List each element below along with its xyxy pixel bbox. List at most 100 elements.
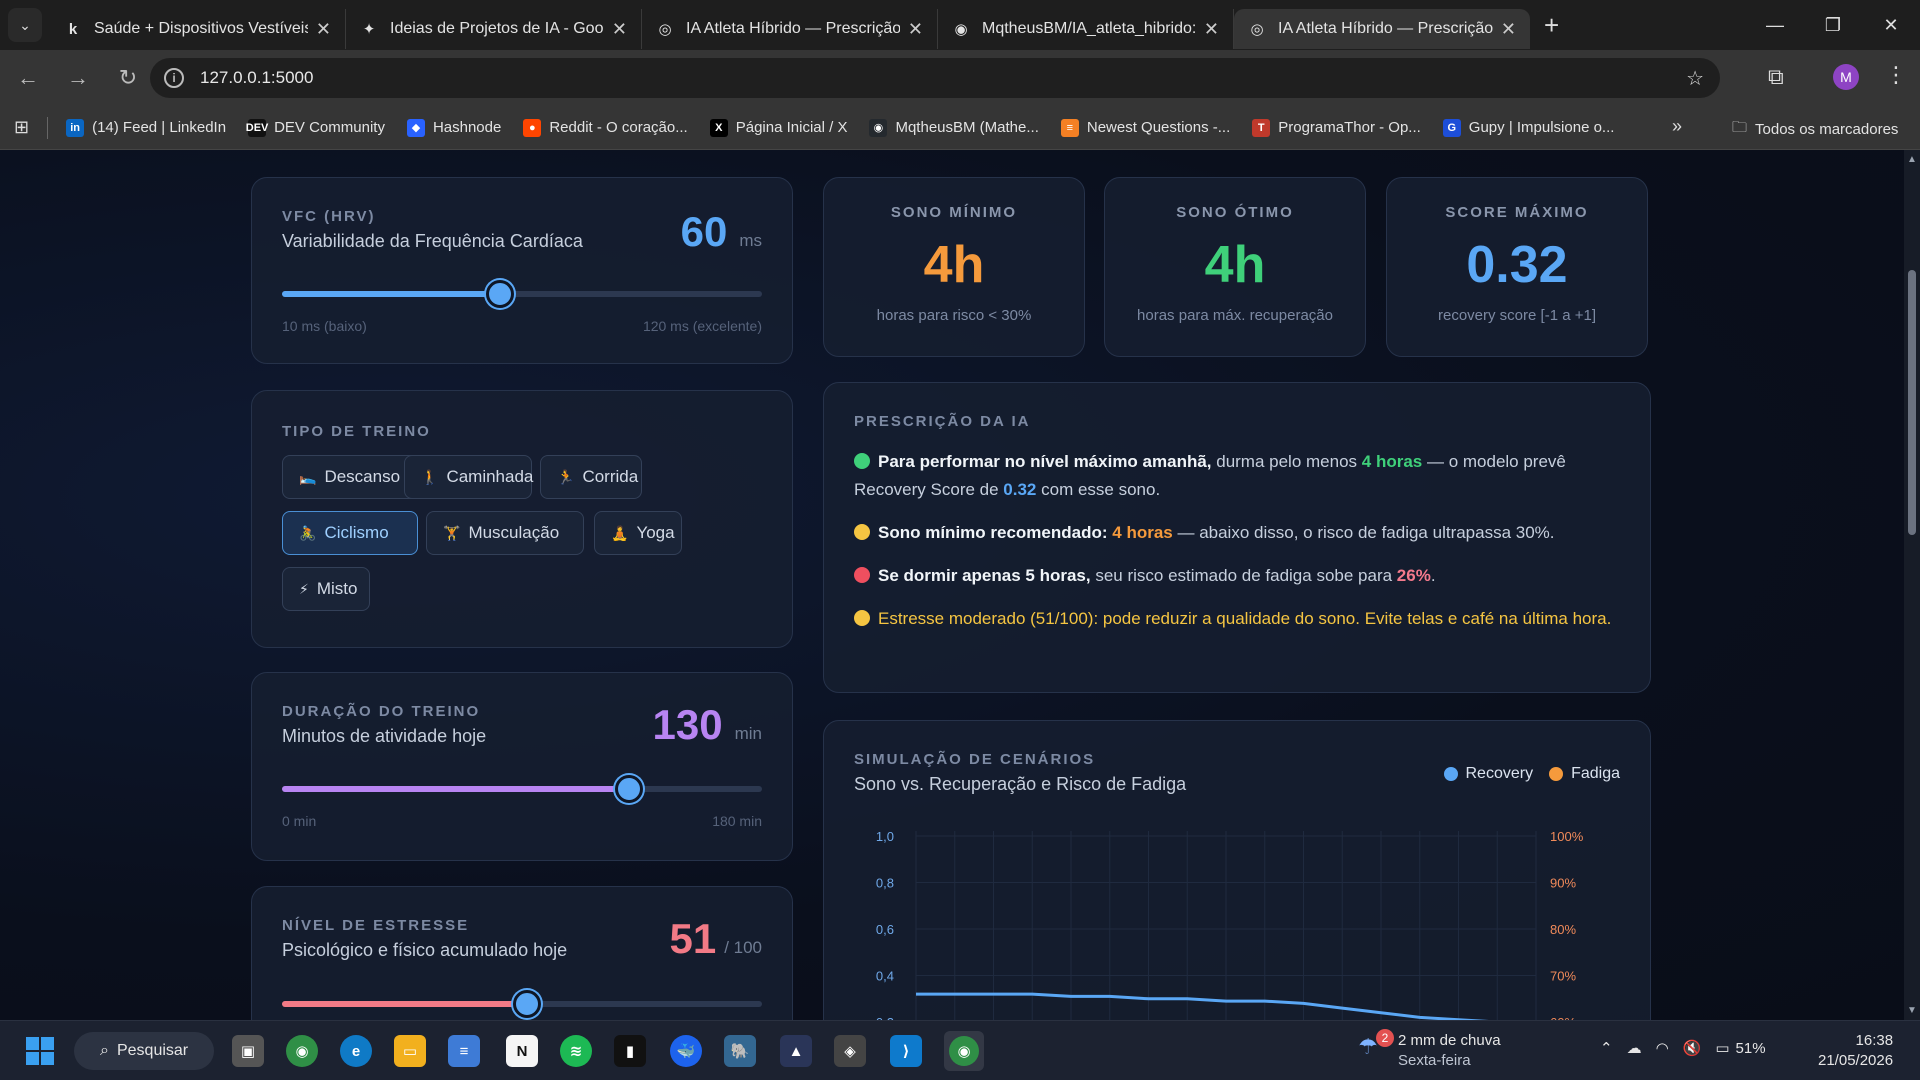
training-option-label: Musculação	[468, 523, 560, 542]
close-tab-icon[interactable]: ✕	[316, 19, 331, 40]
all-bookmarks-folder[interactable]: 🗀 Todos os marcadores	[1732, 117, 1898, 142]
prescription-item-optimal: Para performar no nível máximo amanhã, d…	[854, 452, 1566, 499]
extensions-icon[interactable]: ⧉	[1768, 64, 1784, 90]
training-option-musculação[interactable]: 🏋 Musculação	[426, 511, 584, 555]
bookmarks-overflow-icon[interactable]: »	[1672, 116, 1682, 137]
bookmark-label: Newest Questions -...	[1086, 119, 1231, 136]
chrome-icon[interactable]: ◉	[286, 1035, 318, 1067]
forward-button[interactable]: →	[56, 56, 100, 100]
onedrive-icon[interactable]: ☁	[1627, 1039, 1642, 1057]
browser-tab[interactable]: k Saúde + Dispositivos Vestíveis ✕	[50, 9, 346, 49]
profile-avatar[interactable]: M	[1833, 64, 1859, 90]
reload-button[interactable]: ↻	[106, 56, 150, 100]
scroll-down-icon[interactable]: ▼	[1907, 1005, 1917, 1016]
speaker-muted-icon[interactable]: 🔇	[1683, 1039, 1702, 1057]
windows-start-icon[interactable]	[26, 1037, 54, 1065]
metric-card: SONO MÍNIMO 4h horas para risco < 30%	[823, 177, 1085, 357]
bookmark-item[interactable]: G Gupy | Impulsione o...	[1442, 118, 1614, 137]
menu-kebab-icon[interactable]: ⋮	[1885, 62, 1907, 88]
battery-icon[interactable]: ▭	[1715, 1039, 1729, 1057]
back-button[interactable]: ←	[6, 56, 50, 100]
browser-tab[interactable]: ◉ MqtheusBM/IA_atleta_hibrido: ✕	[938, 9, 1234, 49]
bookmark-item[interactable]: in (14) Feed | LinkedIn	[66, 118, 226, 137]
clock[interactable]: 16:38 21/05/2026	[1818, 1031, 1893, 1071]
bookmark-item[interactable]: X Página Inicial / X	[709, 118, 847, 137]
new-tab-button[interactable]: +	[1544, 10, 1559, 41]
training-emoji-icon: 🚶	[421, 468, 439, 485]
training-option-ciclismo[interactable]: 🚴 Ciclismo	[282, 511, 418, 555]
tab-favicon-icon: ◎	[1250, 21, 1264, 38]
site-info-icon[interactable]: i	[164, 68, 184, 88]
taskbar-search[interactable]: ⌕ Pesquisar	[74, 1032, 214, 1070]
hrv-slider[interactable]	[282, 280, 762, 308]
training-option-corrida[interactable]: 🏃 Corrida	[540, 455, 642, 499]
training-option-yoga[interactable]: 🧘 Yoga	[594, 511, 682, 555]
docker-icon[interactable]: 🐳	[670, 1035, 702, 1067]
bookmark-item[interactable]: T ProgramaThor - Op...	[1252, 118, 1421, 137]
training-type-kicker: TIPO DE TREINO	[282, 423, 431, 440]
clock-date: 21/05/2026	[1818, 1052, 1894, 1069]
training-option-label: Ciclismo	[324, 523, 389, 542]
chrome-profile-icon[interactable]: ◉	[944, 1031, 984, 1071]
close-tab-icon[interactable]: ✕	[908, 19, 923, 40]
chrome-icon: ◉	[949, 1036, 979, 1066]
browser-tab[interactable]: ◎ IA Atleta Híbrido — Prescrição ✕	[642, 9, 938, 49]
edge-icon[interactable]: e	[340, 1035, 372, 1067]
close-window-button[interactable]: ✕	[1862, 0, 1920, 50]
postgres-icon[interactable]: 🐘	[724, 1035, 756, 1067]
chevron-up-icon[interactable]: ⌃	[1600, 1039, 1613, 1057]
spotify-icon[interactable]: ≋	[560, 1035, 592, 1067]
scroll-up-icon[interactable]: ▲	[1907, 154, 1917, 165]
bookmark-item[interactable]: ◉ MqtheusBM (Mathe...	[869, 118, 1039, 137]
hrv-max-label: 120 ms (excelente)	[642, 318, 762, 334]
duration-slider[interactable]	[282, 775, 762, 803]
y-tick-label-right: 70%	[1550, 969, 1576, 984]
file-explorer-icon[interactable]: ▭	[394, 1035, 426, 1067]
bookmark-item[interactable]: ◆ Hashnode	[406, 118, 502, 137]
red-dot-icon	[854, 567, 870, 583]
close-tab-icon[interactable]: ✕	[1204, 19, 1219, 40]
training-emoji-icon: 🏃	[557, 468, 575, 485]
y-tick-label-left: 0,4	[876, 969, 894, 984]
close-tab-icon[interactable]: ✕	[612, 19, 627, 40]
apps-grid-icon[interactable]: ⊞	[14, 117, 29, 138]
all-bookmarks-label: Todos os marcadores	[1755, 121, 1899, 138]
training-option-caminhada[interactable]: 🚶 Caminhada	[404, 455, 533, 499]
notepad-icon[interactable]: ≡	[448, 1035, 480, 1067]
notion-icon[interactable]: N	[506, 1035, 538, 1067]
search-label: Pesquisar	[116, 1042, 189, 1059]
browser-tab[interactable]: ◎ IA Atleta Híbrido — Prescrição ✕	[1234, 9, 1530, 49]
training-option-misto[interactable]: ⚡ Misto	[282, 567, 370, 611]
stress-value: 51	[669, 915, 717, 962]
scrollbar-thumb[interactable]	[1908, 270, 1916, 535]
task-view-icon[interactable]: ▣	[232, 1035, 264, 1067]
system-tray: ⌃ ☁ ◠ 🔇 ▭ 51%	[1600, 1039, 1780, 1058]
tab-search-button[interactable]: ⌄	[8, 8, 42, 42]
wifi-icon[interactable]: ◠	[1656, 1039, 1669, 1057]
stress-slider-handle[interactable]	[512, 990, 541, 1018]
folder-icon: 🗀	[1732, 119, 1748, 136]
arduino-icon[interactable]: ▲	[780, 1035, 812, 1067]
bookmark-label: Hashnode	[432, 119, 502, 136]
weather-widget[interactable]: ☂ 2 2 mm de chuva Sexta-feira	[1358, 1029, 1501, 1071]
arrow-left-icon: ←	[17, 65, 39, 90]
vscode-icon[interactable]: ⟩	[890, 1035, 922, 1067]
close-tab-icon[interactable]: ✕	[1501, 19, 1516, 40]
hrv-slider-handle[interactable]	[486, 280, 515, 308]
bookmark-star-icon[interactable]: ☆	[1686, 66, 1704, 91]
duration-min-label: 0 min	[282, 813, 317, 829]
page-scrollbar[interactable]: ▲ ▼	[1904, 150, 1920, 1020]
restore-button[interactable]: ❐	[1804, 0, 1862, 50]
stress-slider[interactable]	[282, 990, 762, 1018]
bookmark-item[interactable]: ● Reddit - O coração...	[523, 118, 688, 137]
cube-app-icon[interactable]: ◈	[834, 1035, 866, 1067]
minimize-button[interactable]: —	[1746, 0, 1804, 50]
bookmark-favicon-icon: T	[1252, 118, 1271, 137]
bookmark-item[interactable]: ≡ Newest Questions -...	[1060, 118, 1231, 137]
bookmark-item[interactable]: DEV DEV Community	[246, 118, 385, 137]
duration-slider-handle[interactable]	[614, 775, 643, 803]
audio-app-icon[interactable]: ▮	[614, 1035, 646, 1067]
browser-tab[interactable]: ✦ Ideias de Projetos de IA - Goog ✕	[346, 9, 642, 49]
address-bar[interactable]: i 127.0.0.1:5000 ☆	[150, 58, 1720, 98]
recovery-series-line	[916, 992, 1489, 1020]
